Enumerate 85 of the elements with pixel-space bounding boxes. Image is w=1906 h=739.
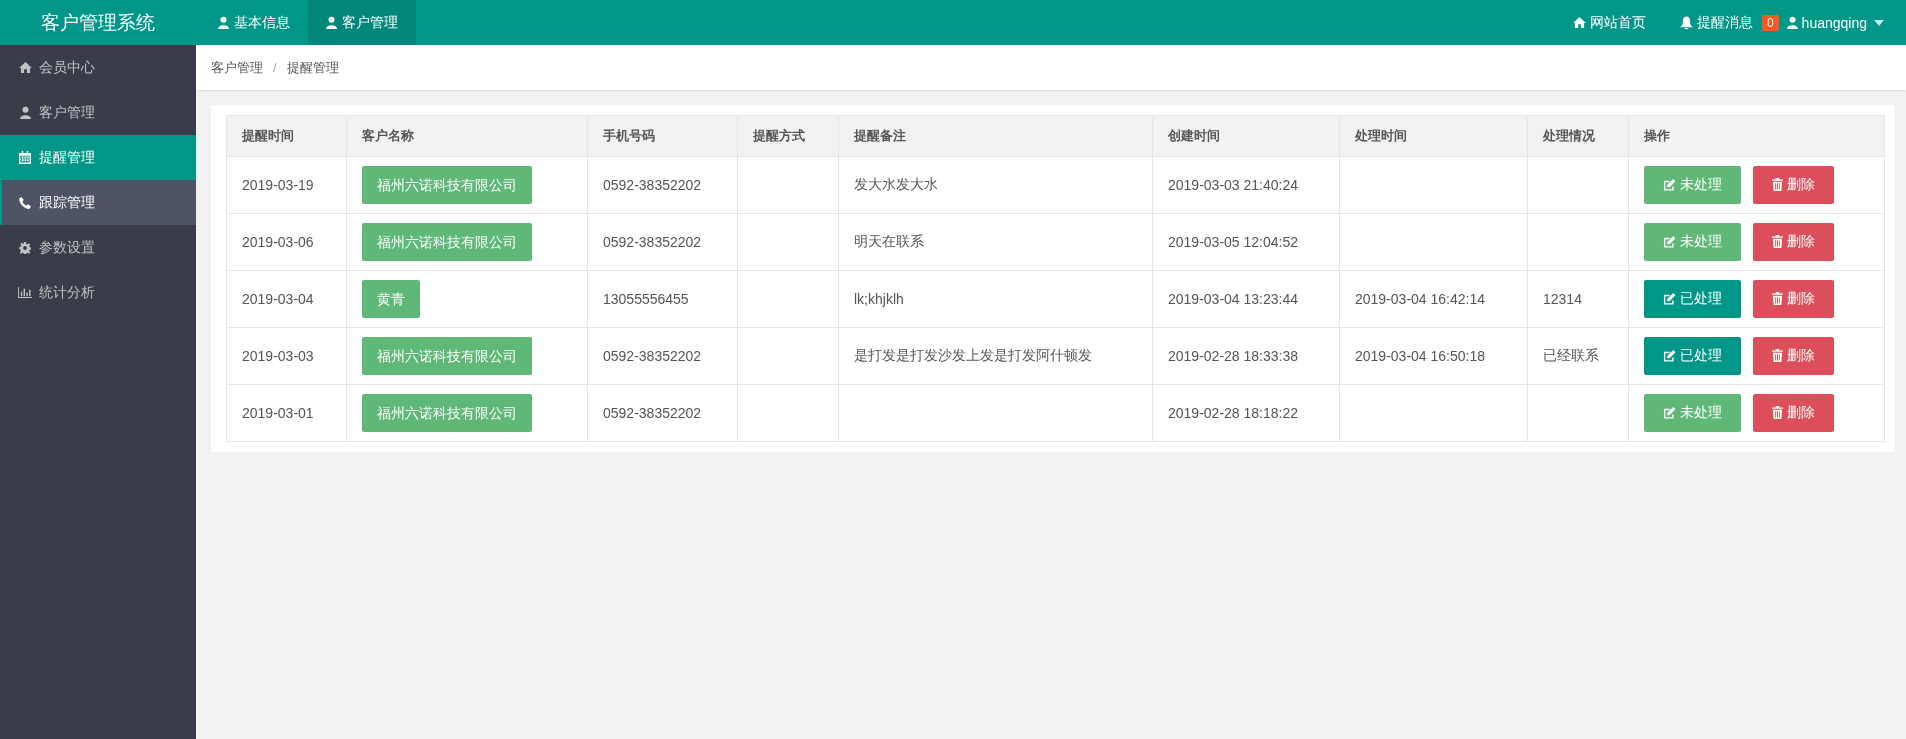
trash-icon	[1772, 235, 1783, 249]
table-cell: 2019-03-04 16:42:14	[1339, 270, 1528, 328]
column-header: 创建时间	[1152, 115, 1340, 157]
column-header: 处理情况	[1527, 115, 1629, 157]
nav-tab[interactable]: 基本信息	[200, 0, 308, 45]
caret-icon	[1874, 19, 1884, 26]
user-icon	[218, 16, 229, 29]
table-cell: 2019-02-28 18:18:22	[1152, 384, 1340, 442]
sidebar-item[interactable]: 统计分析	[0, 270, 196, 315]
column-header: 操作	[1628, 115, 1885, 157]
phone-icon	[18, 196, 32, 209]
home-icon	[18, 62, 32, 73]
customer-tag[interactable]: 福州六诺科技有限公司	[362, 223, 532, 261]
column-header: 手机号码	[587, 115, 738, 157]
table-cell: 2019-03-06	[226, 213, 347, 271]
table-cell: 2019-02-28 18:33:38	[1152, 327, 1340, 385]
customer-tag[interactable]: 福州六诺科技有限公司	[362, 166, 532, 204]
customer-tag[interactable]: 福州六诺科技有限公司	[362, 394, 532, 432]
edit-icon	[1663, 293, 1676, 306]
customer-tag[interactable]: 福州六诺科技有限公司	[362, 337, 532, 375]
breadcrumb-link[interactable]: 客户管理	[211, 58, 263, 77]
nav-tab[interactable]: 客户管理	[308, 0, 416, 45]
home-link[interactable]: 网站首页	[1572, 13, 1646, 32]
edit-icon	[1663, 407, 1676, 420]
table-cell: 已经联系	[1527, 327, 1629, 385]
status-button[interactable]: 未处理	[1644, 394, 1741, 433]
notifications-link[interactable]: 提醒消息 0	[1679, 13, 1779, 32]
table-cell: 2019-03-03 21:40:24	[1152, 156, 1340, 214]
status-button[interactable]: 已处理	[1644, 280, 1741, 319]
trash-icon	[1772, 406, 1783, 420]
table-cell: 0592-38352202	[587, 327, 738, 385]
user-menu[interactable]: huangqing	[1786, 14, 1884, 31]
sidebar-item[interactable]: 参数设置	[0, 225, 196, 270]
table-cell: 2019-03-04 16:50:18	[1339, 327, 1528, 385]
edit-icon	[1663, 179, 1676, 192]
breadcrumb-separator: /	[273, 60, 277, 75]
column-header: 客户名称	[346, 115, 588, 157]
home-icon	[1572, 17, 1586, 28]
table-cell: lk;khjklh	[838, 270, 1153, 328]
delete-button[interactable]: 删除	[1753, 393, 1834, 432]
table-cell: 明天在联系	[838, 213, 1153, 271]
table-cell: 2019-03-19	[226, 156, 347, 214]
bell-icon	[1679, 15, 1693, 30]
trash-icon	[1772, 292, 1783, 306]
breadcrumb-link[interactable]: 提醒管理	[286, 58, 339, 77]
customer-tag[interactable]: 黄青	[362, 280, 420, 318]
delete-button[interactable]: 删除	[1753, 279, 1834, 318]
user-icon	[18, 106, 32, 119]
delete-button[interactable]: 删除	[1753, 336, 1834, 375]
sidebar-item[interactable]: 客户管理	[0, 90, 196, 135]
column-header: 提醒备注	[838, 115, 1153, 157]
column-header: 提醒时间	[226, 115, 347, 157]
table-cell: 发大水发大水	[838, 156, 1153, 214]
table-cell: 0592-38352202	[587, 213, 738, 271]
status-button[interactable]: 已处理	[1644, 337, 1741, 376]
user-icon	[326, 16, 337, 29]
notification-count-badge: 0	[1761, 14, 1779, 31]
bar-chart-icon	[18, 287, 32, 298]
table-cell: 2019-03-05 12:04:52	[1152, 213, 1340, 271]
gear-icon	[18, 241, 32, 254]
app-title: 客户管理系统	[40, 10, 156, 35]
table-cell: 2019-03-03	[226, 327, 347, 385]
table-cell: 2019-03-04 13:23:44	[1152, 270, 1340, 328]
table-cell: 12314	[1527, 270, 1629, 328]
trash-icon	[1772, 178, 1783, 192]
edit-icon	[1663, 350, 1676, 363]
table-cell: 2019-03-04	[226, 270, 347, 328]
table-cell: 2019-03-01	[226, 384, 347, 442]
column-header: 提醒方式	[737, 115, 839, 157]
column-header: 处理时间	[1339, 115, 1528, 157]
sidebar-item[interactable]: 会员中心	[0, 45, 196, 90]
delete-button[interactable]: 删除	[1753, 222, 1834, 261]
table-cell: 是打发是打发沙发上发是打发阿什顿发	[838, 327, 1153, 385]
edit-icon	[1663, 236, 1676, 249]
table-cell: 0592-38352202	[587, 384, 738, 442]
sidebar-item[interactable]: 提醒管理	[0, 135, 196, 180]
sidebar-item[interactable]: 跟踪管理	[0, 180, 196, 225]
user-icon	[1786, 16, 1798, 29]
table-cell: 0592-38352202	[587, 156, 738, 214]
status-button[interactable]: 未处理	[1644, 223, 1741, 262]
calendar-icon	[18, 151, 32, 164]
table-cell: 13055556455	[587, 270, 738, 328]
trash-icon	[1772, 349, 1783, 363]
delete-button[interactable]: 删除	[1753, 165, 1834, 204]
status-button[interactable]: 未处理	[1644, 166, 1741, 205]
